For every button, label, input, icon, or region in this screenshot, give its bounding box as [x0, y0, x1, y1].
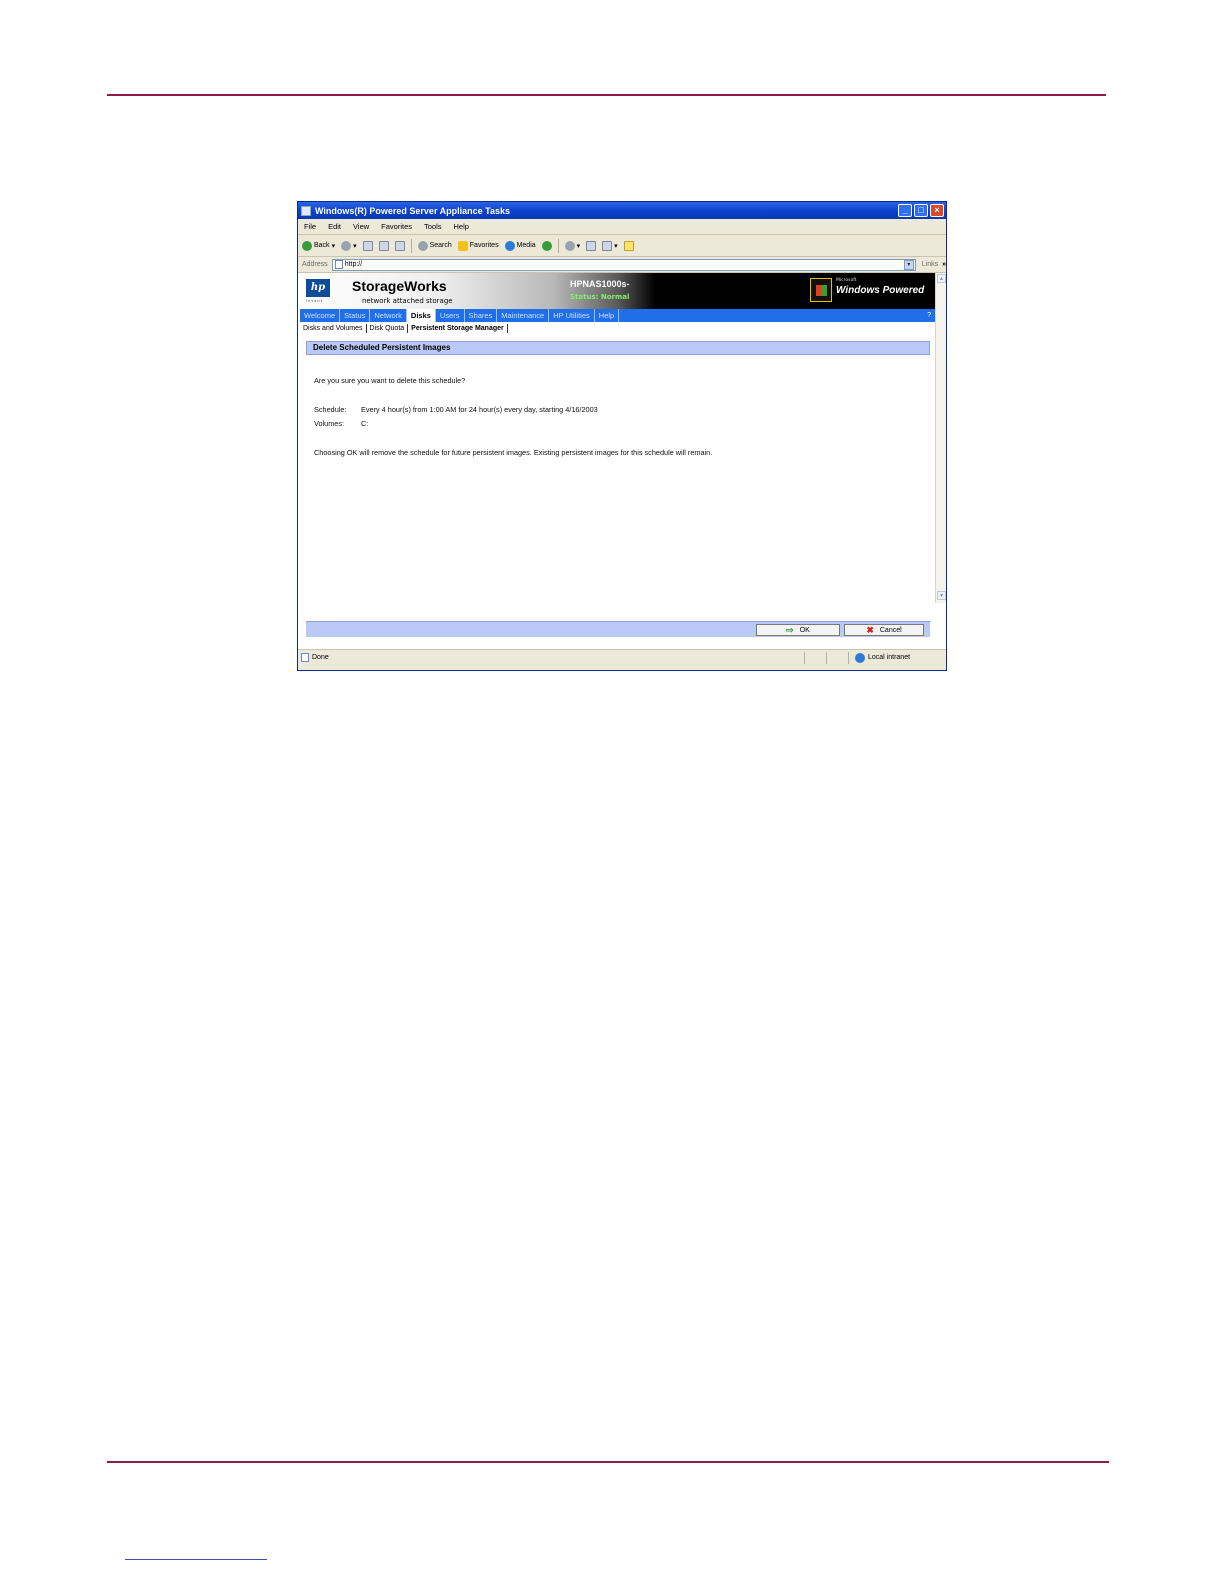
vertical-scrollbar[interactable]: ▴ ▾: [935, 273, 946, 603]
windows-powered-logo: Microsoft Windows Powered: [810, 278, 932, 302]
back-arrow-icon: [302, 240, 312, 251]
media-button[interactable]: Media: [504, 240, 536, 251]
tab-disks[interactable]: Disks: [406, 309, 436, 322]
home-button[interactable]: [394, 240, 405, 251]
note-icon: [623, 240, 634, 251]
tab-network[interactable]: Network: [370, 309, 407, 322]
forward-arrow-icon: [341, 240, 352, 251]
sub-tabs: Disks and Volumes Disk Quota Persistent …: [300, 322, 508, 334]
windows-flag-icon: [810, 278, 832, 302]
page-content: hp invent StorageWorks network attached …: [298, 273, 946, 649]
menu-tools[interactable]: Tools: [424, 222, 442, 231]
history-icon: [541, 240, 552, 251]
document-top-rule: [107, 94, 1106, 96]
schedule-row: Schedule: Every 4 hour(s) from 1:00 AM fo…: [314, 405, 598, 414]
status-text: Done: [312, 654, 329, 661]
close-button[interactable]: ×: [930, 204, 944, 217]
standard-toolbar: Back ▾ ▾ Search Favorites Media ▾ ▾: [298, 235, 946, 257]
ok-button[interactable]: ⇨ OK: [756, 624, 840, 636]
chevron-right-icon[interactable]: »: [942, 261, 946, 268]
document-bottom-rule: [107, 1461, 1109, 1463]
brand-subtitle: network attached storage: [362, 297, 453, 305]
edit-button[interactable]: ▾: [602, 240, 618, 251]
globe-icon: [855, 652, 865, 663]
refresh-icon: [378, 240, 389, 251]
word-icon: [602, 240, 613, 251]
arrow-right-icon: ⇨: [786, 624, 794, 635]
address-dropdown-icon[interactable]: ▾: [903, 259, 914, 270]
volumes-row: Volumes: C:: [314, 419, 368, 428]
maximize-button[interactable]: □: [914, 204, 928, 217]
forward-button[interactable]: ▾: [341, 240, 357, 251]
menu-help[interactable]: Help: [454, 222, 469, 231]
favorites-button[interactable]: Favorites: [457, 240, 499, 251]
button-bar: ⇨ OK ✖ Cancel: [306, 621, 930, 637]
brand-name: StorageWorks: [352, 278, 447, 294]
minimize-button[interactable]: _: [898, 204, 912, 217]
printer-icon: [586, 240, 597, 251]
menu-file[interactable]: File: [304, 222, 316, 231]
scroll-down-icon[interactable]: ▾: [937, 591, 946, 600]
footer-link-underline: [125, 1559, 267, 1560]
address-input[interactable]: http://: [331, 258, 916, 271]
device-status: Status: Normal: [570, 293, 630, 301]
history-button[interactable]: [541, 240, 552, 251]
title-bar[interactable]: Windows(R) Powered Server Appliance Task…: [298, 202, 946, 219]
tab-users[interactable]: Users: [436, 309, 465, 322]
search-button[interactable]: Search: [417, 240, 452, 251]
subtab-disks-and-volumes[interactable]: Disks and Volumes: [300, 323, 367, 333]
device-name: HPNAS1000s-: [570, 279, 630, 289]
volumes-label: Volumes:: [314, 419, 345, 428]
page-done-icon: [301, 653, 309, 662]
help-icon[interactable]: ?: [927, 312, 935, 319]
mail-button[interactable]: ▾: [564, 240, 580, 251]
status-bar: Done Local intranet: [298, 649, 946, 665]
stop-button[interactable]: [362, 240, 373, 251]
scroll-up-icon[interactable]: ▴: [937, 274, 946, 283]
close-icon: ✖: [866, 624, 874, 635]
links-button[interactable]: Links: [918, 261, 942, 268]
hp-logo-icon: hp: [306, 279, 330, 297]
confirm-question: Are you sure you want to delete this sch…: [314, 376, 466, 385]
tab-hp-utilities[interactable]: HP Utilities: [549, 309, 595, 322]
search-icon: [417, 240, 428, 251]
messenger-button[interactable]: [623, 240, 634, 251]
tab-maintenance[interactable]: Maintenance: [497, 309, 550, 322]
schedule-label: Schedule:: [314, 405, 347, 414]
browser-window: Windows(R) Powered Server Appliance Task…: [297, 201, 947, 671]
hp-banner: hp invent StorageWorks network attached …: [300, 273, 935, 309]
tab-help[interactable]: Help: [595, 309, 620, 322]
media-icon: [504, 240, 515, 251]
tab-shares[interactable]: Shares: [465, 309, 498, 322]
tab-welcome[interactable]: Welcome: [300, 309, 341, 322]
address-label: Address: [302, 261, 328, 268]
window-title: Windows(R) Powered Server Appliance Task…: [315, 205, 510, 216]
main-tabs: Welcome Status Network Disks Users Share…: [300, 309, 935, 322]
back-button[interactable]: Back ▾: [302, 240, 335, 251]
address-bar: Address http:// ▾ Links »: [298, 257, 946, 273]
security-zone: Local intranet: [848, 651, 946, 664]
star-icon: [457, 240, 468, 251]
page-icon: [334, 260, 343, 269]
subtab-disk-quota[interactable]: Disk Quota: [367, 323, 409, 333]
refresh-button[interactable]: [378, 240, 389, 251]
volumes-value: C:: [361, 419, 369, 428]
stop-icon: [362, 240, 373, 251]
cancel-button[interactable]: ✖ Cancel: [844, 624, 924, 636]
ie-page-icon: [301, 205, 311, 216]
tab-status[interactable]: Status: [340, 309, 371, 322]
confirm-note: Choosing OK will remove the schedule for…: [314, 448, 713, 457]
schedule-value: Every 4 hour(s) from 1:00 AM for 24 hour…: [361, 405, 598, 414]
hp-tagline: invent: [306, 299, 324, 303]
page-title: Delete Scheduled Persistent Images: [306, 341, 930, 355]
home-icon: [394, 240, 405, 251]
print-button[interactable]: [586, 240, 597, 251]
menu-favorites[interactable]: Favorites: [381, 222, 412, 231]
mail-icon: [564, 240, 575, 251]
menu-view[interactable]: View: [353, 222, 369, 231]
subtab-persistent-storage-manager[interactable]: Persistent Storage Manager: [408, 323, 508, 333]
menu-bar: File Edit View Favorites Tools Help: [298, 219, 946, 235]
menu-edit[interactable]: Edit: [328, 222, 341, 231]
